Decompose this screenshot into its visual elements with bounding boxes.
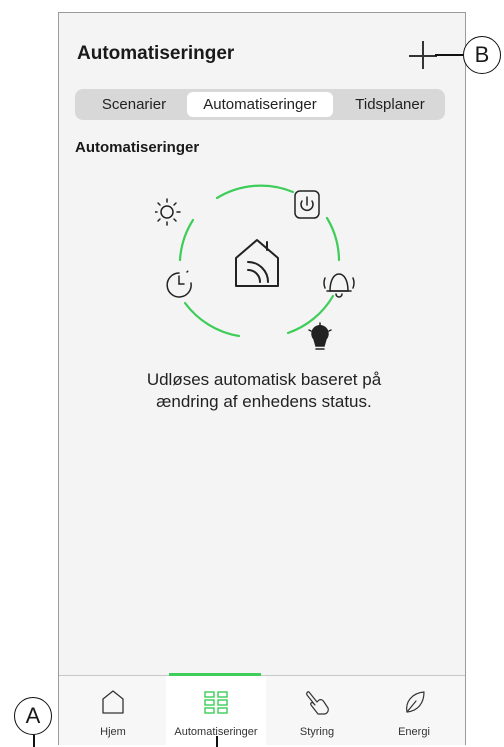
tab-label: Hjem	[100, 726, 126, 738]
hand-pointer-icon	[306, 691, 329, 715]
segment-scenarier[interactable]: Scenarier	[79, 92, 189, 117]
tab-energi[interactable]: Energi	[364, 676, 464, 746]
add-automation-button[interactable]	[409, 41, 439, 71]
grid-icon	[204, 691, 228, 714]
segment-tidsplaner[interactable]: Tidsplaner	[337, 92, 443, 117]
leaf-icon	[406, 691, 425, 713]
active-tab-indicator	[169, 673, 261, 676]
home-icon	[102, 690, 124, 714]
clock-icon	[166, 270, 192, 298]
automation-description: Udløses automatisk baseret på ændring af…	[79, 369, 449, 413]
tab-hjem[interactable]: Hjem	[63, 676, 163, 746]
description-line-1: Udløses automatisk baseret på	[146, 370, 382, 389]
light-bulb-icon	[308, 322, 332, 350]
tab-styring[interactable]: Styring	[267, 676, 367, 746]
tab-label: Energi	[398, 726, 430, 738]
callout-a-leader	[33, 735, 35, 747]
automation-illustration	[155, 184, 355, 350]
alarm-bell-icon	[323, 273, 355, 298]
callout-a-pointer	[216, 736, 218, 747]
segment-automatiseringer[interactable]: Automatiseringer	[187, 92, 333, 117]
callout-b: B	[463, 36, 501, 74]
power-icon	[294, 190, 320, 219]
phone-screen: Automatiseringer Scenarier Automatiserin…	[58, 12, 466, 746]
page-title: Automatiseringer	[77, 43, 235, 64]
callout-b-leader	[435, 54, 463, 56]
segmented-control: Scenarier Automatiseringer Tidsplaner	[75, 89, 445, 120]
sun-icon	[155, 198, 181, 226]
bottom-tab-bar: Hjem Automatiseringer Styring Energi	[59, 673, 465, 746]
smart-home-icon	[235, 239, 279, 287]
description-line-2: ændring af enhedens status.	[156, 392, 372, 411]
section-title: Automatiseringer	[75, 139, 200, 156]
green-ring	[178, 184, 341, 338]
callout-a: A	[14, 697, 52, 735]
tab-label: Styring	[299, 726, 335, 738]
